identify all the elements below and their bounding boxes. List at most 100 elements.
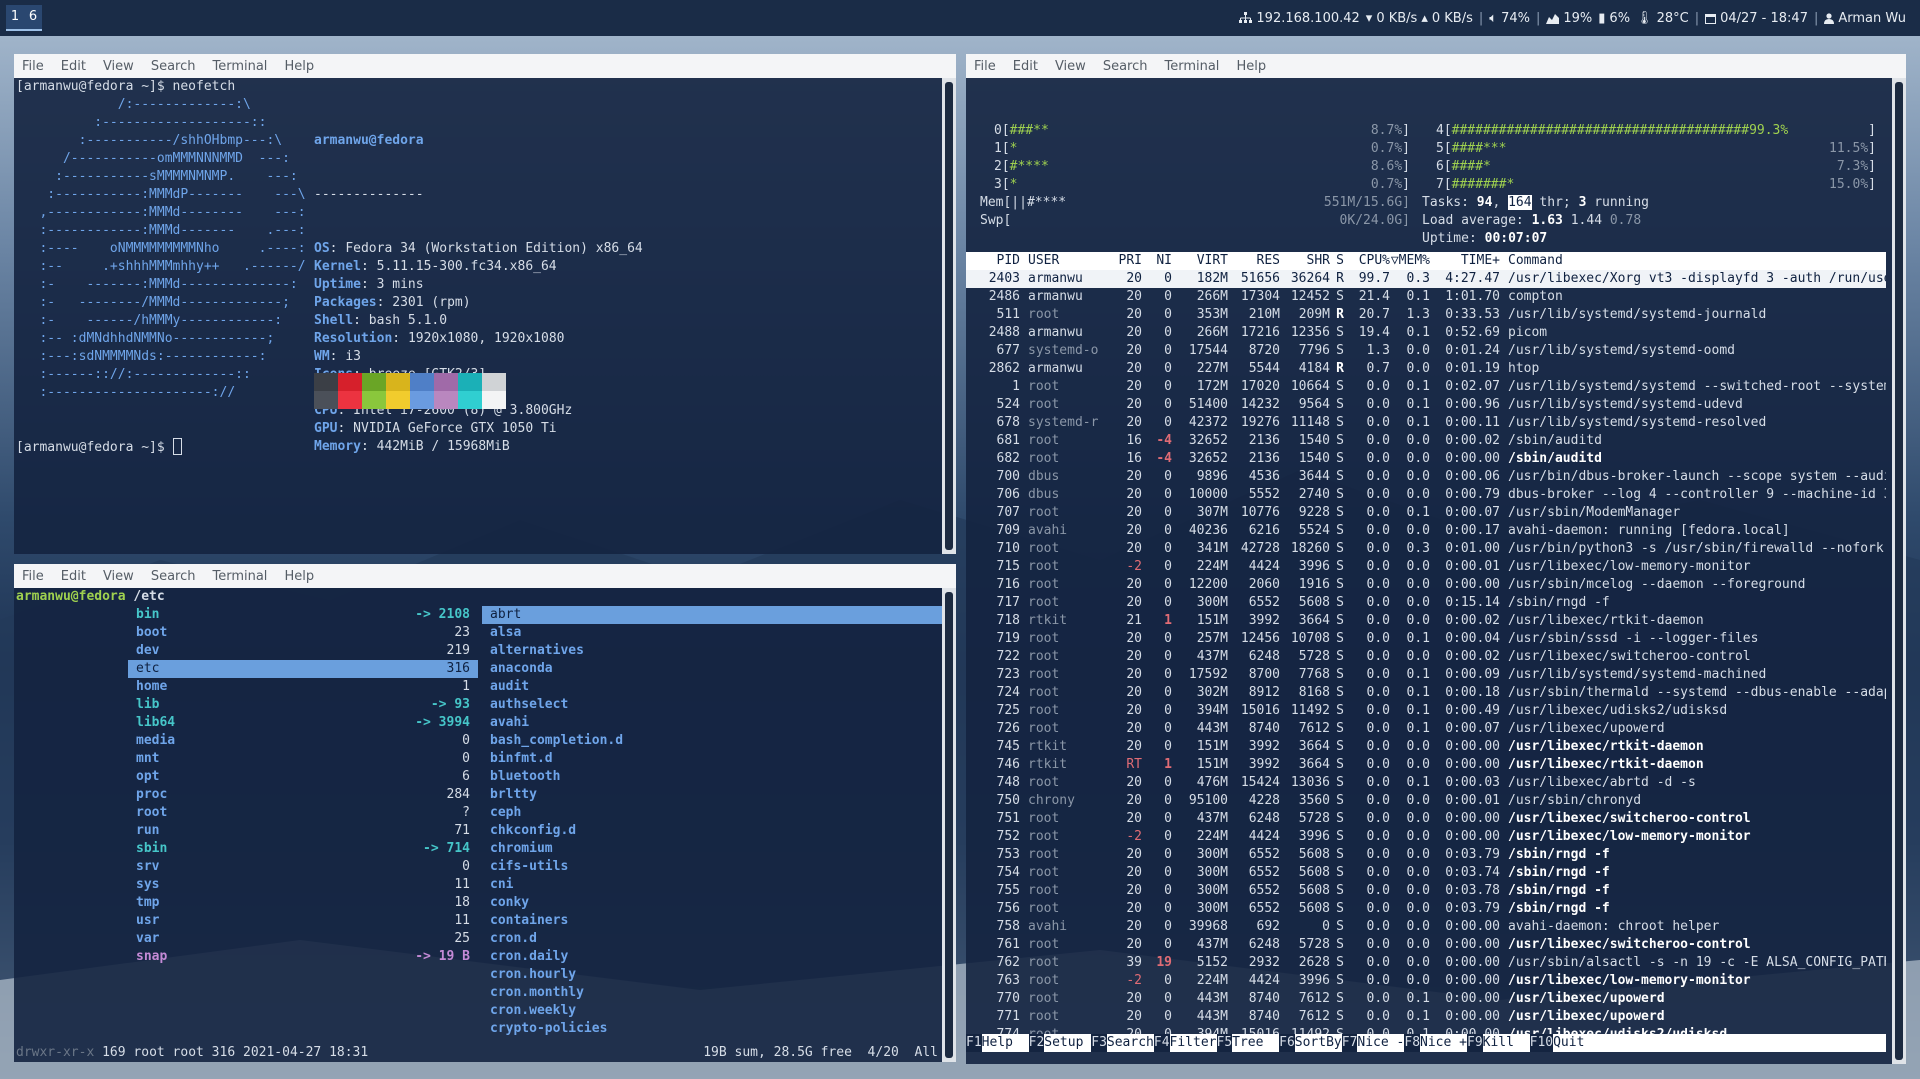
dir-entry[interactable]: snap -> 19 B <box>128 948 478 966</box>
volume-status[interactable]: 🔈︎ 74% <box>1489 11 1530 26</box>
process-row[interactable]: 718 rtkit 21 1 151M 3992 3664 S 0.0 0.0 0:00.02/us… <box>966 612 1886 630</box>
dir-entry[interactable]: ceph <box>482 804 942 822</box>
dir-entry[interactable]: bluetooth <box>482 768 942 786</box>
terminal-window-ranger[interactable]: File Edit View Search Terminal Help arma… <box>14 564 956 1062</box>
workspace-6[interactable]: 6 <box>24 5 42 29</box>
dir-entry[interactable]: lib -> 93 <box>128 696 478 714</box>
column-header[interactable]: RES <box>1228 252 1280 270</box>
column-header[interactable]: TIME+ <box>1430 252 1500 270</box>
process-row[interactable]: 763 root -2 0 224M 4424 3996 S 0.0 0.0 0:00.00/usr… <box>966 972 1886 990</box>
dir-entry[interactable]: sys 11 <box>128 876 478 894</box>
fkey-f9[interactable]: F9 Kill <box>1467 1034 1530 1052</box>
process-row[interactable]: 2488 armanwu 20 0 266M 17216 12356 S 19.4 0.1 0:52… <box>966 324 1886 342</box>
process-row[interactable]: 746 rtkit RT 1 151M 3992 3664 S 0.0 0.0 0:00.00/us… <box>966 756 1886 774</box>
scrollbar[interactable] <box>942 78 956 554</box>
dir-entry[interactable]: run 71 <box>128 822 478 840</box>
dir-entry[interactable]: audit <box>482 678 942 696</box>
dir-entry[interactable]: avahi <box>482 714 942 732</box>
dir-entry[interactable]: srv 0 <box>128 858 478 876</box>
process-row[interactable]: 709 avahi 20 0 40236 6216 5524 S 0.0 0.0 0:00.17 av… <box>966 522 1886 540</box>
dir-entry[interactable]: binfmt.d <box>482 750 942 768</box>
process-row[interactable]: 511 root 20 0 353M 210M 209M R 20.7 1.3 0:33.53/us… <box>966 306 1886 324</box>
terminal-window-neofetch[interactable]: File Edit View Search Terminal Help [arm… <box>14 54 956 554</box>
process-row[interactable]: 770 root 20 0 443M 8740 7612 S 0.0 0.1 0:00.00/usr… <box>966 990 1886 1008</box>
dir-entry[interactable]: alsa <box>482 624 942 642</box>
menu-help[interactable]: Help <box>1236 59 1266 74</box>
menu-view[interactable]: View <box>1055 59 1086 74</box>
process-row[interactable]: 748 root 20 0 476M 15424 13036 S 0.0 0.1 0:00.03/u… <box>966 774 1886 792</box>
process-row[interactable]: 753 root 20 0 300M 6552 5608 S 0.0 0.0 0:03.79/sbi… <box>966 846 1886 864</box>
menu-file[interactable]: File <box>22 59 44 74</box>
process-row[interactable]: 706 dbus 20 0 10000 5552 2740 S 0.0 0.0 0:00.79 dbu… <box>966 486 1886 504</box>
column-header[interactable]: CPU% <box>1350 252 1390 270</box>
fkey-f10[interactable]: F10 Quit <box>1529 1034 1585 1052</box>
dir-entry[interactable]: abrt <box>482 606 942 624</box>
terminal-window-htop[interactable]: File Edit View Search Terminal Help 0[##… <box>966 54 1906 1064</box>
dir-entry[interactable]: chromium <box>482 840 942 858</box>
process-row[interactable]: 724 root 20 0 302M 8912 8168 S 0.0 0.1 0:00.18/usr… <box>966 684 1886 702</box>
ranger-content[interactable]: armanwu@fedora /etc bin -> 2108 boot 23 dev 2… <box>14 588 942 1062</box>
dir-entry[interactable]: brltty <box>482 786 942 804</box>
process-row[interactable]: 722 root 20 0 437M 6248 5728 S 0.0 0.0 0:00.02/usr… <box>966 648 1886 666</box>
process-row[interactable]: 524 root 20 0 51400 14232 9564 S 0.0 0.1 0:00.96/u… <box>966 396 1886 414</box>
dir-entry[interactable]: opt 6 <box>128 768 478 786</box>
fkey-f8[interactable]: F8 Nice + <box>1404 1034 1467 1052</box>
dir-entry[interactable]: usr 11 <box>128 912 478 930</box>
process-row[interactable]: 681 root 16 -4 32652 2136 1540 S 0.0 0.0 0:00.02/s… <box>966 432 1886 450</box>
process-row[interactable]: 725 root 20 0 394M 15016 11492 S 0.0 0.1 0:00.49/u… <box>966 702 1886 720</box>
menu-search[interactable]: Search <box>1103 59 1148 74</box>
dir-entry[interactable]: alternatives <box>482 642 942 660</box>
htop-content[interactable]: 0[###** 8.7%] 1[* 0.7%] 2[#**** 8.6%] 3[* 0.7%]… <box>966 78 1894 1064</box>
menu-search[interactable]: Search <box>151 569 196 584</box>
dir-entry[interactable]: chkconfig.d <box>482 822 942 840</box>
column-header[interactable]: PRI <box>1112 252 1142 270</box>
process-row[interactable]: 755 root 20 0 300M 6552 5608 S 0.0 0.0 0:03.78/sbi… <box>966 882 1886 900</box>
workspace-1[interactable]: 1 <box>6 5 24 29</box>
fkey-f1[interactable]: F1 Help <box>966 1034 1029 1052</box>
dir-entry[interactable]: boot 23 <box>128 624 478 642</box>
column-header[interactable]: NI <box>1142 252 1172 270</box>
menu-terminal[interactable]: Terminal <box>212 569 267 584</box>
dir-entry[interactable]: cron.weekly <box>482 1002 942 1020</box>
prompt-line-2[interactable]: [armanwu@fedora ~]$ <box>16 438 182 457</box>
menu-view[interactable]: View <box>103 59 134 74</box>
process-row[interactable]: 726 root 20 0 443M 8740 7612 S 0.0 0.1 0:00.07/usr… <box>966 720 1886 738</box>
process-row[interactable]: 678 systemd-r 20 0 42372 19276 11148 S 0.0 0.1 0:0… <box>966 414 1886 432</box>
process-row[interactable]: 1 root 20 0 172M 17020 10664 S 0.0 0.1 0:02.07/usr… <box>966 378 1886 396</box>
column-header[interactable]: ▽MEM% <box>1390 252 1430 270</box>
fkey-f5[interactable]: F5 Tree <box>1216 1034 1280 1052</box>
process-row[interactable]: 761 root 20 0 437M 6248 5728 S 0.0 0.0 0:00.00/usr… <box>966 936 1886 954</box>
process-row[interactable]: 710 root 20 0 341M 42728 18260 S 0.0 0.3 0:01.00/u… <box>966 540 1886 558</box>
dir-entry[interactable]: cifs-utils <box>482 858 942 876</box>
scrollbar-thumb[interactable] <box>945 82 953 550</box>
dir-entry[interactable]: cni <box>482 876 942 894</box>
scrollbar[interactable] <box>942 588 956 1062</box>
dir-entry[interactable]: crypto-policies <box>482 1020 942 1038</box>
terminal-content[interactable]: [armanwu@fedora ~]$ neofetch /:---------… <box>14 78 942 554</box>
process-row[interactable]: 719 root 20 0 257M 12456 10708 S 0.0 0.1 0:00.04/u… <box>966 630 1886 648</box>
dir-entry[interactable]: cron.d <box>482 930 942 948</box>
dir-entry[interactable]: cron.hourly <box>482 966 942 984</box>
menu-help[interactable]: Help <box>284 59 314 74</box>
menu-file[interactable]: File <box>22 569 44 584</box>
dir-entry[interactable]: cron.monthly <box>482 984 942 1002</box>
menu-view[interactable]: View <box>103 569 134 584</box>
process-row[interactable]: 750 chrony 20 0 95100 4228 3560 S 0.0 0.0 0:00.01 /… <box>966 792 1886 810</box>
process-row[interactable]: 751 root 20 0 437M 6248 5728 S 0.0 0.0 0:00.00/usr… <box>966 810 1886 828</box>
process-table-header[interactable]: PID USER PRI NI VIRT RES SHR S CPU% ▽MEM% TIME+ Com… <box>966 252 1886 270</box>
dir-entry[interactable]: proc 284 <box>128 786 478 804</box>
menu-file[interactable]: File <box>974 59 996 74</box>
menu-help[interactable]: Help <box>284 569 314 584</box>
dir-entry[interactable]: home 1 <box>128 678 478 696</box>
dir-entry[interactable]: media 0 <box>128 732 478 750</box>
menu-edit[interactable]: Edit <box>61 569 86 584</box>
process-row[interactable]: 717 root 20 0 300M 6552 5608 S 0.0 0.0 0:15.14/sbi… <box>966 594 1886 612</box>
dir-entry[interactable]: authselect <box>482 696 942 714</box>
dir-entry[interactable]: conky <box>482 894 942 912</box>
process-row[interactable]: 682 root 16 -4 32652 2136 1540 S 0.0 0.0 0:00.00/s… <box>966 450 1886 468</box>
process-row[interactable]: 707 root 20 0 307M 10776 9228 S 0.0 0.1 0:00.07/us… <box>966 504 1886 522</box>
process-row[interactable]: 752 root -2 0 224M 4424 3996 S 0.0 0.0 0:00.00/usr… <box>966 828 1886 846</box>
process-list[interactable]: 2403 armanwu 20 0 182M 51656 36264 R 99.7 0.3 4:27… <box>966 270 1886 1044</box>
process-row[interactable]: 716 root 20 0 12200 2060 1916 S 0.0 0.0 0:00.00/us… <box>966 576 1886 594</box>
column-header[interactable]: PID <box>966 252 1020 270</box>
